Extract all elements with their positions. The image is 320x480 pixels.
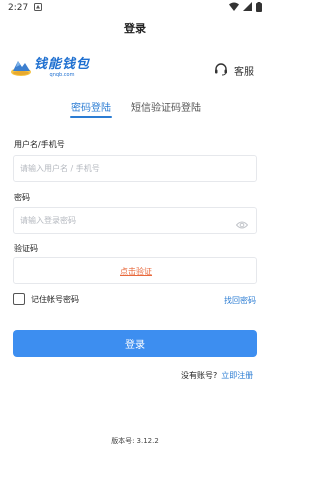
captcha-verify-button[interactable]: 点击验证 (14, 266, 258, 277)
page-title: 登录 (124, 22, 146, 35)
no-account-text: 没有账号? (181, 371, 218, 380)
version-info: 版本号: 3.12.2 (0, 436, 270, 446)
signal-icon (243, 2, 252, 14)
customer-service-label: 客服 (234, 67, 254, 78)
notification-icon (34, 2, 43, 14)
remember-checkbox[interactable] (13, 293, 25, 305)
version-number: 3.12.2 (136, 437, 159, 445)
wifi-icon (229, 2, 239, 14)
password-field-box (13, 207, 257, 234)
password-label: 密码 (14, 193, 30, 202)
login-tabs: 密码登陆 短信验证码登陆 (0, 99, 270, 119)
register-row: 没有账号? 立即注册 (181, 370, 253, 381)
forgot-password-link[interactable]: 找回密码 (224, 295, 256, 306)
headset-icon (214, 62, 228, 79)
captcha-box: 点击验证 (13, 257, 257, 284)
username-label: 用户名/手机号 (14, 140, 65, 149)
status-indicators (229, 1, 262, 15)
login-button[interactable]: 登录 (13, 330, 257, 357)
password-input[interactable] (20, 208, 220, 233)
app-logo: 钱能钱包 qnqb.com (10, 55, 90, 81)
active-tab-underline (70, 116, 112, 118)
tab-password-login[interactable]: 密码登陆 (71, 99, 111, 114)
remember-account-row: 记住帐号密码 (13, 293, 79, 305)
captcha-label: 验证码 (14, 244, 38, 253)
eye-icon[interactable] (235, 215, 249, 234)
logo-emblem-icon (10, 55, 32, 81)
status-bar: 2:27 (0, 0, 270, 16)
remember-label: 记住帐号密码 (31, 294, 79, 304)
version-label: 版本号: (111, 437, 135, 445)
status-time: 2:27 (8, 3, 29, 13)
logo-subtitle: qnqb.com (49, 72, 75, 78)
username-field-box (13, 155, 257, 182)
logo-text: 钱能钱包 qnqb.com (34, 57, 91, 79)
username-input[interactable] (20, 156, 220, 181)
register-link[interactable]: 立即注册 (221, 371, 253, 380)
tab-sms-login[interactable]: 短信验证码登陆 (131, 99, 201, 114)
customer-service-button[interactable]: 客服 (214, 62, 254, 79)
battery-icon (256, 1, 262, 15)
logo-name: 钱能钱包 (34, 57, 91, 72)
